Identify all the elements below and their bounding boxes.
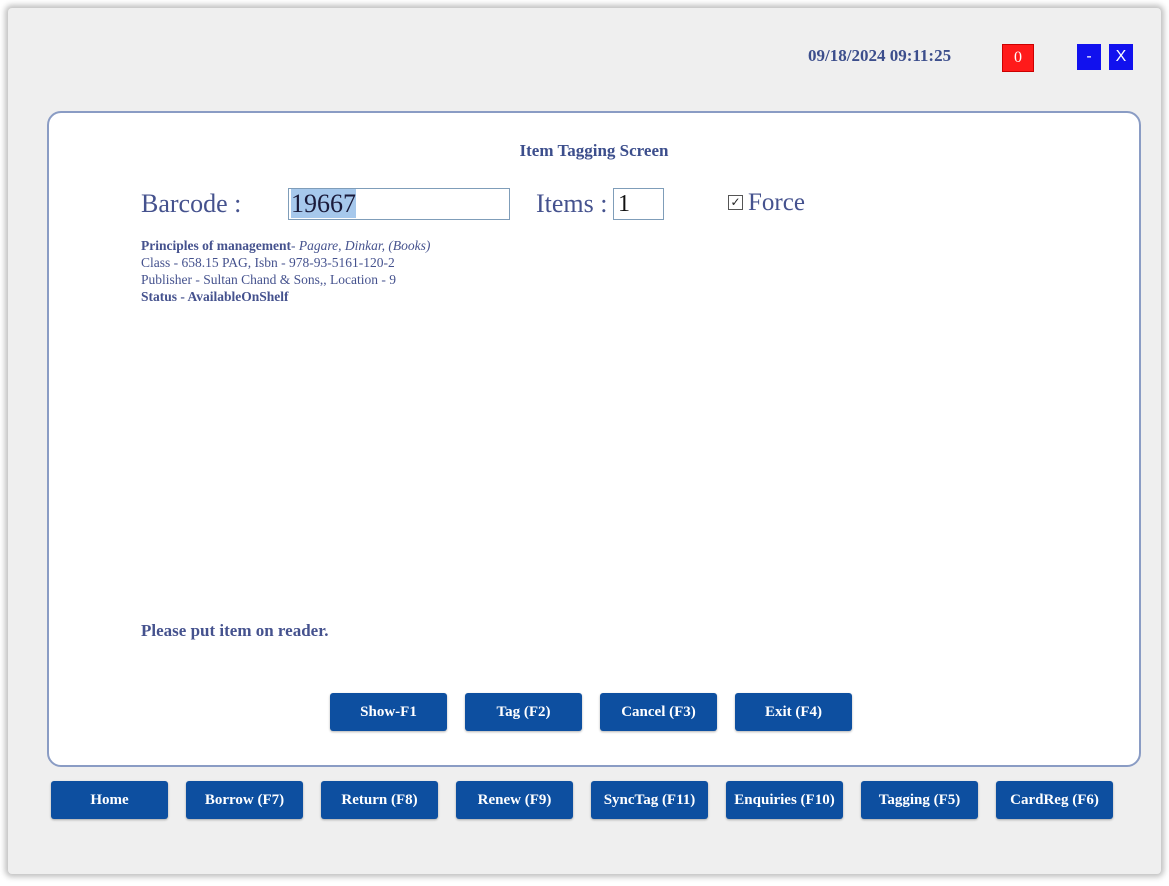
item-status: Status - AvailableOnShelf (141, 289, 289, 304)
barcode-label: Barcode : (141, 189, 242, 218)
item-author-type: - Pagare, Dinkar, (Books) (290, 238, 431, 253)
force-checkbox[interactable]: ✓ (728, 195, 743, 210)
nav-synctag-button[interactable]: SyncTag (F11) (591, 781, 708, 819)
nav-renew-button[interactable]: Renew (F9) (456, 781, 573, 819)
show-button[interactable]: Show-F1 (330, 693, 447, 731)
cancel-button[interactable]: Cancel (F3) (600, 693, 717, 731)
tag-button[interactable]: Tag (F2) (465, 693, 582, 731)
nav-home-button[interactable]: Home (51, 781, 168, 819)
exit-button[interactable]: Exit (F4) (735, 693, 852, 731)
close-button[interactable]: X (1109, 44, 1133, 70)
reader-message: Please put item on reader. (141, 621, 329, 640)
barcode-value: 19667 (291, 189, 356, 218)
item-publisher-location: Publisher - Sultan Chand & Sons,, Locati… (141, 272, 396, 287)
screen-title: Item Tagging Screen (519, 141, 669, 160)
datetime-display: 09/18/2024 09:11:25 (808, 46, 952, 65)
tagging-panel: Item Tagging Screen Barcode : 19667 Item… (47, 111, 1141, 767)
nav-tagging-button[interactable]: Tagging (F5) (861, 781, 978, 819)
item-class-isbn: Class - 658.15 PAG, Isbn - 978-93-5161-1… (141, 255, 395, 270)
nav-cardreg-button[interactable]: CardReg (F6) (996, 781, 1113, 819)
nav-borrow-button[interactable]: Borrow (F7) (186, 781, 303, 819)
minimize-button[interactable]: - (1077, 44, 1101, 70)
nav-return-button[interactable]: Return (F8) (321, 781, 438, 819)
item-details: Principles of management- Pagare, Dinkar… (141, 237, 430, 305)
items-label: Items : (536, 189, 608, 218)
item-title-line: Principles of management- Pagare, Dinkar… (141, 237, 430, 254)
barcode-input[interactable]: 19667 (288, 188, 510, 220)
item-title: Principles of management (141, 238, 291, 253)
force-label: Force (748, 189, 805, 216)
items-input[interactable]: 1 (613, 188, 664, 220)
counter-badge: 0 (1002, 44, 1034, 72)
nav-enquiries-button[interactable]: Enquiries (F10) (726, 781, 843, 819)
